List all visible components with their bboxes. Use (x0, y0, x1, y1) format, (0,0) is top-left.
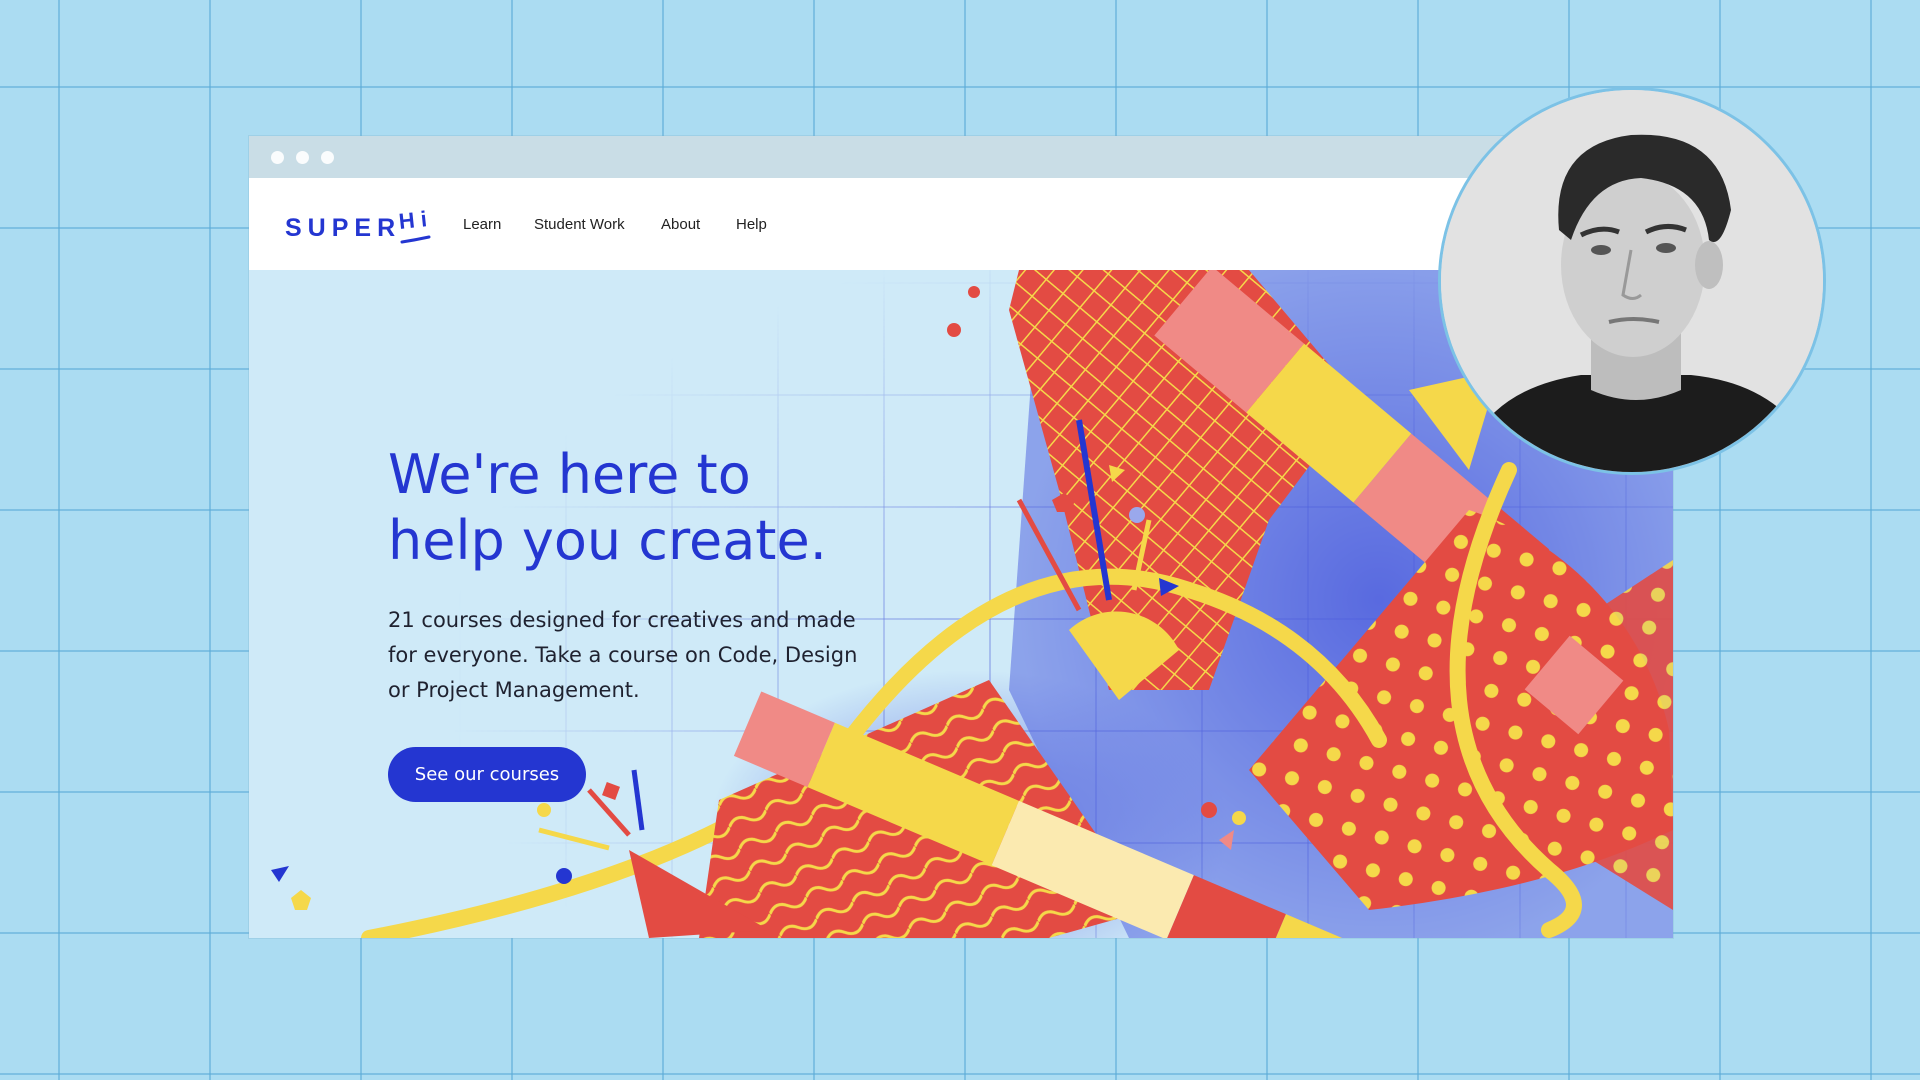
logo-wordmark: SUPER (285, 214, 402, 242)
window-dot-icon[interactable] (271, 151, 284, 164)
instructor-avatar (1438, 87, 1826, 475)
nav-item-help[interactable]: Help (736, 216, 767, 233)
hero-headline-line2: help you create. (388, 509, 827, 572)
browser-title-bar (249, 136, 1673, 178)
window-dot-icon[interactable] (296, 151, 309, 164)
nav-item-about[interactable]: About (661, 216, 700, 233)
hero-headline: We're here to help you create. (388, 442, 908, 574)
nav-item-student-work[interactable]: Student Work (534, 216, 625, 233)
hero-headline-line1: We're here to (388, 443, 751, 506)
hero-description: 21 courses designed for creatives and ma… (388, 608, 858, 702)
superhi-logo[interactable]: SUPER Hi (285, 202, 433, 248)
logo-hi-mark-icon: Hi (399, 206, 433, 244)
see-our-courses-button[interactable]: See our courses (388, 747, 586, 802)
window-dot-icon[interactable] (321, 151, 334, 164)
nav-item-learn[interactable]: Learn (463, 216, 501, 233)
person-portrait-icon (1441, 90, 1823, 472)
logo-hi-letters: Hi (399, 206, 433, 234)
